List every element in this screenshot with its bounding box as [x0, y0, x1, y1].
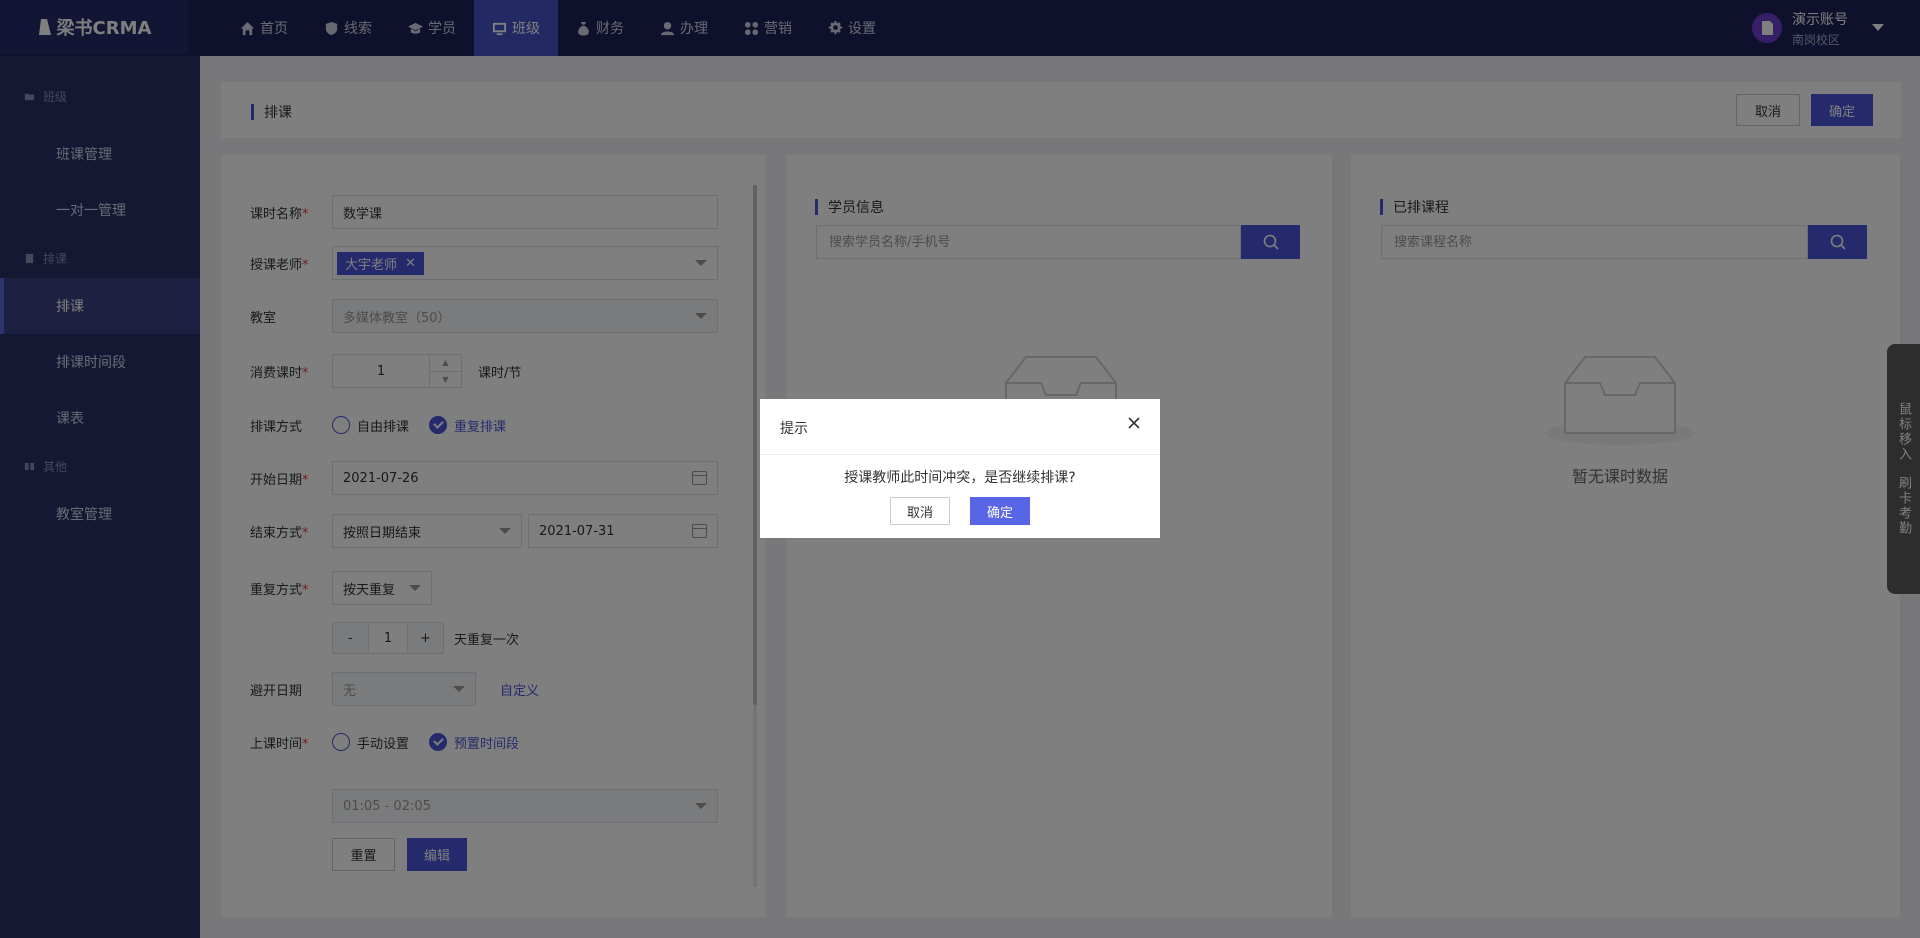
dialog-confirm-button[interactable]: 确定 [970, 497, 1030, 525]
dialog-cancel-button[interactable]: 取消 [890, 497, 950, 525]
dialog-message: 授课教师此时间冲突，是否继续排课? [844, 470, 1076, 486]
dialog-divider [760, 454, 1160, 455]
dialog-title: 提示 [780, 421, 808, 437]
close-icon[interactable] [1124, 413, 1144, 433]
confirm-dialog: 提示 授课教师此时间冲突，是否继续排课? 取消 确定 [760, 399, 1160, 538]
